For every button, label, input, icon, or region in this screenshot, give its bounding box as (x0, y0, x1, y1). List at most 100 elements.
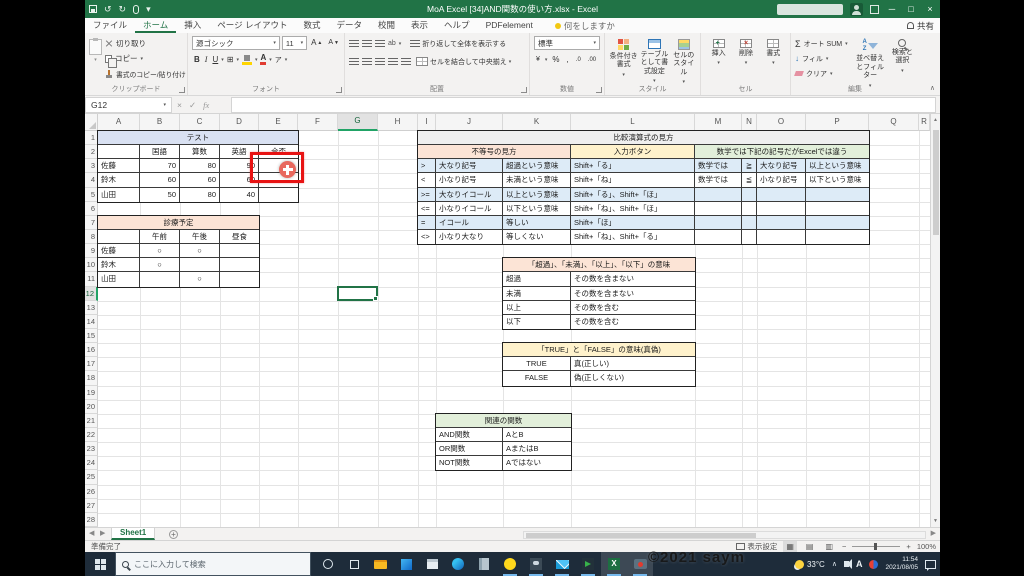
align-bottom-icon[interactable] (375, 40, 385, 48)
autosum-button[interactable]: Σオート SUM▾ (795, 36, 852, 51)
zoom-level[interactable]: 100% (917, 542, 936, 551)
action-center-icon[interactable] (925, 560, 936, 569)
table-cell[interactable]: その数を含む (571, 301, 695, 315)
table-cell[interactable]: テスト (98, 131, 298, 145)
increase-decimal-button[interactable]: .0 (574, 53, 583, 66)
sheet-tab[interactable]: Sheet1 (111, 528, 155, 540)
fill-button[interactable]: ↓フィル▾ (795, 51, 852, 66)
table-cell[interactable]: 「TRUE」と「FALSE」の意味(真偽) (503, 343, 695, 357)
table-cell[interactable] (742, 216, 757, 230)
column-header-I[interactable]: I (418, 114, 436, 131)
table-cell[interactable]: 午前 (140, 230, 180, 244)
table-cell[interactable]: ≧ (742, 159, 757, 173)
table-cell[interactable]: 入力ボタン (571, 145, 695, 159)
table-cell[interactable]: 超過という意味 (503, 159, 571, 173)
taskbar-app-task-view-icon[interactable] (341, 552, 367, 576)
add-sheet-icon[interactable]: + (169, 530, 178, 539)
table-cell[interactable] (259, 188, 298, 202)
ribbon-tab-ページ レイアウト[interactable]: ページ レイアウト (209, 18, 295, 33)
table-cell[interactable]: 大なり記号 (757, 159, 806, 173)
table-cell[interactable] (695, 188, 742, 202)
table-cell[interactable]: 算数 (180, 145, 220, 159)
table-cell[interactable]: 40 (220, 188, 259, 202)
formula-input[interactable] (231, 97, 936, 113)
cut-button[interactable]: 切り取り (105, 36, 186, 51)
sheet-nav-right-icon[interactable]: ▶ (100, 528, 105, 540)
table-cell[interactable] (742, 188, 757, 202)
table-cell[interactable]: 不等号の見方 (418, 145, 571, 159)
minimize-button[interactable]: ─ (886, 4, 898, 14)
table-cell[interactable]: <= (418, 202, 436, 216)
table-cell[interactable] (806, 230, 869, 244)
close-button[interactable]: × (924, 4, 936, 14)
row-header-25[interactable]: 25 (85, 470, 98, 484)
cell-styles-button[interactable]: セルのスタイル▾ (671, 36, 698, 85)
orientation-icon[interactable]: ab (388, 40, 396, 47)
column-header-D[interactable]: D (220, 114, 259, 131)
column-header-L[interactable]: L (571, 114, 695, 131)
zoom-slider-thumb[interactable] (874, 543, 877, 550)
find-select-button[interactable]: 検索と選択▾ (889, 36, 916, 89)
ribbon-tab-挿入[interactable]: 挿入 (176, 18, 209, 33)
table-cell[interactable]: 小なり記号 (436, 173, 503, 187)
table-cell[interactable]: 80 (180, 159, 220, 173)
table-cell[interactable]: 山田 (98, 272, 140, 286)
row-header-6[interactable]: 6 (85, 202, 98, 216)
align-center-icon[interactable] (362, 58, 372, 66)
table-cell[interactable]: > (418, 159, 436, 173)
table-cell[interactable]: 関連の関数 (436, 414, 571, 428)
table-cell[interactable]: 60 (180, 173, 220, 187)
bold-button[interactable]: B (192, 53, 202, 66)
font-name-select[interactable]: 源ゴシック▾ (192, 36, 280, 50)
align-top-icon[interactable] (349, 40, 359, 48)
taskbar-app-yellow-app-icon[interactable] (497, 552, 523, 576)
scroll-up-icon[interactable]: ▲ (931, 117, 940, 123)
table-cell[interactable]: Shift+「ね」、Shift+「る」 (571, 230, 695, 244)
row-header-21[interactable]: 21 (85, 414, 98, 428)
table-cell[interactable]: = (418, 216, 436, 230)
selected-cell[interactable] (337, 286, 378, 301)
table-cell[interactable]: 70 (140, 159, 180, 173)
align-left-icon[interactable] (349, 58, 359, 66)
font-dialog-launcher[interactable] (336, 87, 342, 93)
fill-color-button[interactable] (240, 53, 254, 66)
ime-mode-indicator[interactable]: A (856, 559, 863, 569)
table-cell[interactable] (742, 202, 757, 216)
table-cell[interactable]: 診療予定 (98, 216, 259, 230)
ribbon-tab-数式[interactable]: 数式 (295, 18, 328, 33)
format-painter-button[interactable]: 書式のコピー/貼り付け (105, 66, 186, 81)
table-cell[interactable]: 小なり記号 (757, 173, 806, 187)
name-box[interactable]: G12▾ (85, 97, 172, 113)
column-header-E[interactable]: E (259, 114, 298, 131)
insert-function-icon[interactable]: fx (203, 100, 209, 110)
table-cell[interactable]: Shift+「る」 (571, 159, 695, 173)
table-cell[interactable]: 比較演算式の見方 (418, 131, 869, 145)
row-header-13[interactable]: 13 (85, 301, 98, 315)
table-cell[interactable]: AとB (503, 428, 571, 442)
insert-cells-button[interactable]: + 挿入▾ (705, 36, 732, 66)
table-cell[interactable]: AまたはB (503, 442, 571, 456)
number-dialog-launcher[interactable] (596, 87, 602, 93)
sort-filter-button[interactable]: AZ 並べ替えとフィルター▾ (854, 36, 887, 89)
decrease-decimal-button[interactable]: .00 (586, 53, 598, 66)
sheet-nav-left-icon[interactable]: ◀ (89, 528, 94, 540)
taskbar-app-notepad-icon[interactable] (471, 552, 497, 576)
decrease-indent-icon[interactable] (388, 58, 398, 66)
table-cell[interactable]: 鈴木 (98, 258, 140, 272)
hscroll-right-icon[interactable]: ▶ (931, 528, 936, 540)
table-cell[interactable]: 数学では下記の記号だがExcelでは違う (695, 145, 869, 159)
table-cell[interactable]: 大なりイコール (436, 188, 503, 202)
row-header-22[interactable]: 22 (85, 428, 98, 442)
increase-indent-icon[interactable] (401, 58, 411, 66)
format-as-table-button[interactable]: テーブルとして書式設定▾ (638, 36, 670, 85)
align-middle-icon[interactable] (362, 40, 372, 48)
borders-button[interactable]: ⊞ (225, 53, 236, 66)
table-cell[interactable] (742, 230, 757, 244)
table-cell[interactable] (695, 230, 742, 244)
table-cell[interactable] (757, 216, 806, 230)
taskbar-app-store-icon[interactable] (419, 552, 445, 576)
table-cell[interactable]: Shift+「ね」 (571, 173, 695, 187)
table-cell[interactable]: Shift+「ほ」 (571, 216, 695, 230)
zoom-in-icon[interactable]: + (906, 542, 910, 551)
scroll-down-icon[interactable]: ▼ (931, 518, 940, 524)
